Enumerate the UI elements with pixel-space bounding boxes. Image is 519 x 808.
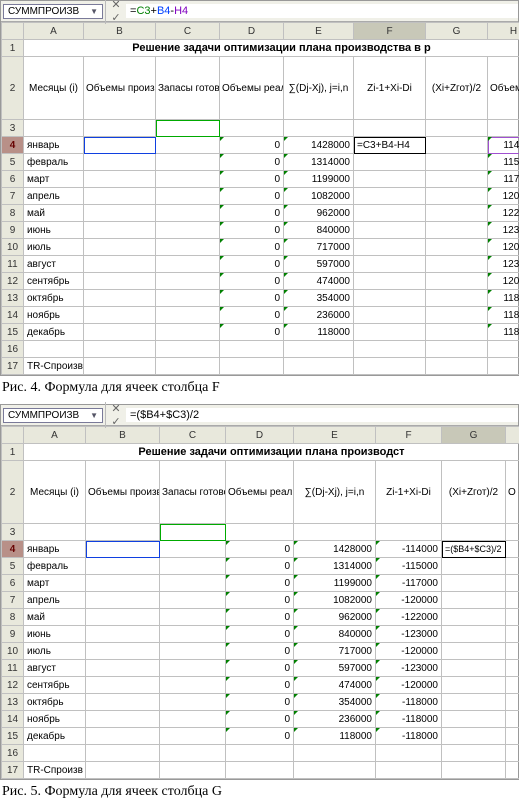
- col-headers: ABCDEFG: [2, 427, 519, 444]
- caption-1: Рис. 4. Формула для ячеек столбца F: [2, 380, 519, 396]
- title-cell[interactable]: Решение задачи оптимизации плана произво…: [24, 444, 519, 461]
- grid[interactable]: ABCDEFGH 1Решение задачи оптимизации пла…: [1, 22, 519, 375]
- spreadsheet-1: СУММПРОИЗВ▼ ✕ ✓ =C3+B4-H4 ABCDEFGH 1Реше…: [0, 0, 519, 376]
- grid[interactable]: ABCDEFG 1Решение задачи оптимизации план…: [1, 426, 519, 779]
- formula-bar: СУММПРОИЗВ▼ ✕ ✓ =($B4+$C3)/2: [1, 405, 518, 426]
- fx-icon[interactable]: ✕ ✓: [105, 0, 126, 24]
- spreadsheet-2: СУММПРОИЗВ▼ ✕ ✓ =($B4+$C3)/2 ABCDEFG 1Ре…: [0, 404, 519, 780]
- dropdown-icon[interactable]: ▼: [90, 411, 98, 420]
- name-box[interactable]: СУММПРОИЗВ▼: [3, 408, 103, 423]
- col-headers: ABCDEFGH: [2, 23, 519, 40]
- title-cell[interactable]: Решение задачи оптимизации плана произво…: [24, 40, 519, 57]
- caption-2: Рис. 5. Формула для ячеек столбца G: [2, 784, 519, 800]
- dropdown-icon[interactable]: ▼: [90, 7, 98, 16]
- fx-icon[interactable]: ✕ ✓: [105, 402, 126, 428]
- formula-input[interactable]: =($B4+$C3)/2: [126, 408, 518, 422]
- name-box[interactable]: СУММПРОИЗВ▼: [3, 4, 103, 19]
- formula-bar: СУММПРОИЗВ▼ ✕ ✓ =C3+B4-H4: [1, 1, 518, 22]
- formula-input[interactable]: =C3+B4-H4: [126, 4, 518, 18]
